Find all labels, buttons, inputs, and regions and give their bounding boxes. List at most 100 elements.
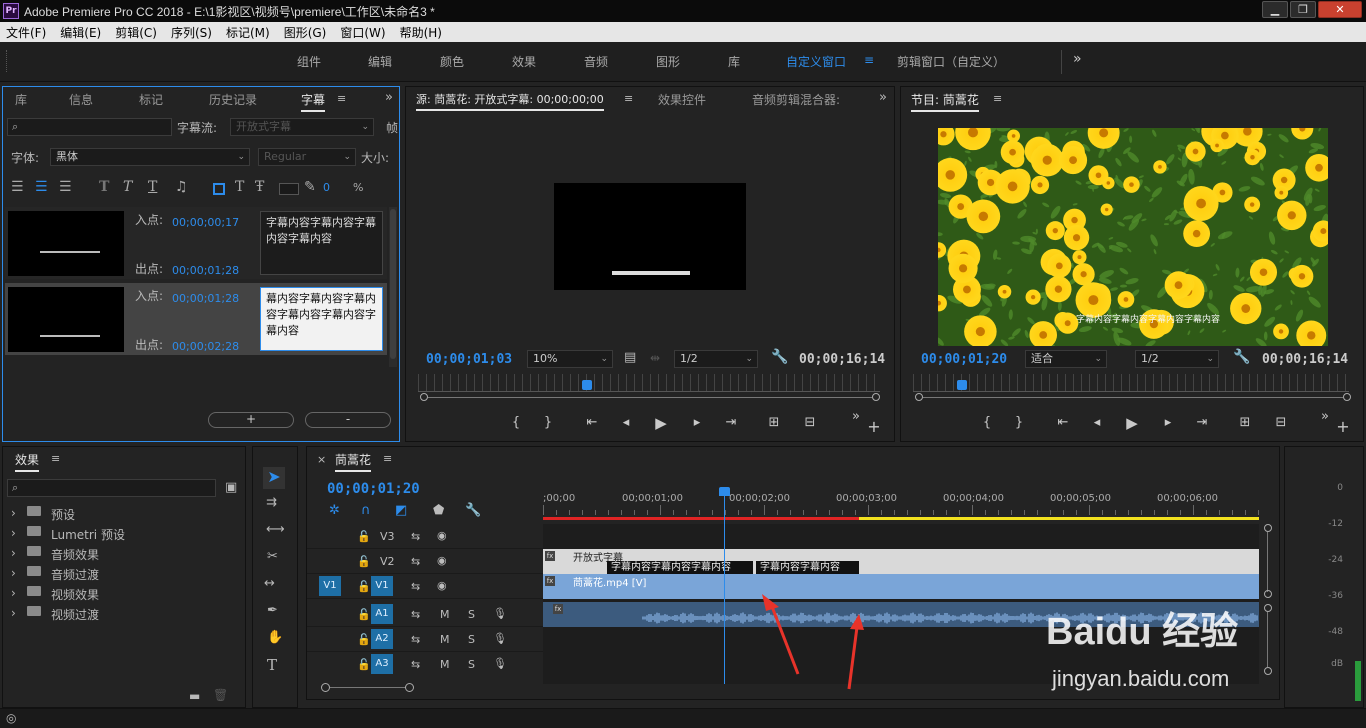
workspace-clip-custom[interactable]: 剪辑窗口（自定义）: [897, 53, 1005, 70]
mark-out-icon[interactable]: }: [1009, 415, 1029, 430]
chevron-right-icon[interactable]: ›: [11, 506, 16, 520]
add-marker-icon[interactable]: ⬟: [433, 503, 444, 518]
background-color-icon[interactable]: [213, 183, 225, 195]
music-note-icon[interactable]: ♫: [175, 179, 188, 195]
menu-window[interactable]: 窗口(W): [340, 24, 385, 41]
caption-text-field[interactable]: 字幕内容字幕内容字幕内容字幕内容: [260, 211, 383, 275]
italic-icon[interactable]: T: [123, 179, 132, 195]
align-left-icon[interactable]: ☰: [11, 179, 24, 195]
chevron-right-icon[interactable]: ›: [11, 566, 16, 580]
caption-entry-selected[interactable]: 入点: 00;00;01;28 出点: 00;00;02;28 幕内容字幕内容字…: [5, 283, 387, 355]
scrollbar[interactable]: [389, 207, 397, 367]
font-dropdown[interactable]: 黑体 ⌄: [50, 148, 250, 166]
sync-lock-icon[interactable]: ⇆: [411, 580, 420, 593]
font-style-dropdown[interactable]: Regular ⌄: [258, 148, 356, 166]
align-center-icon[interactable]: ☰: [35, 179, 48, 195]
microphone-icon[interactable]: 🎙: [493, 632, 507, 645]
track-select-tool-icon[interactable]: ⇉: [266, 495, 277, 510]
effects-folder[interactable]: › 音频过渡: [7, 564, 243, 584]
mute-button[interactable]: M: [440, 658, 450, 671]
source-resolution-dropdown[interactable]: 1/2 ⌄: [674, 350, 758, 368]
eye-icon[interactable]: ◉: [437, 579, 447, 592]
effects-folder[interactable]: › 音频效果: [7, 544, 243, 564]
eye-icon[interactable]: ◉: [437, 554, 447, 567]
text-color-icon[interactable]: T: [235, 179, 244, 195]
workspace-effects[interactable]: 效果: [512, 53, 536, 70]
tab-history[interactable]: 历史记录: [209, 91, 257, 108]
in-point-value[interactable]: 00;00;00;17: [172, 216, 239, 229]
menu-clip[interactable]: 剪辑(C): [115, 24, 157, 41]
panel-menu-icon[interactable]: ≡: [624, 92, 633, 105]
razor-tool-icon[interactable]: ✂: [267, 549, 278, 564]
color-swatch[interactable]: [279, 183, 299, 195]
caption-segment[interactable]: 字幕内容字幕内容字幕内容: [607, 561, 753, 574]
panel-menu-icon[interactable]: ≡: [383, 452, 392, 465]
video-clip[interactable]: fx 茼蒿花.mp4 [V]: [543, 574, 1259, 599]
zoom-handle-right[interactable]: [872, 393, 880, 401]
lock-icon[interactable]: 🔓: [357, 530, 371, 543]
mark-in-icon[interactable]: {: [977, 415, 997, 430]
panel-menu-icon[interactable]: ≡: [51, 452, 60, 465]
workspace-editing[interactable]: 编辑: [368, 53, 392, 70]
eyedropper-icon[interactable]: ✎: [304, 179, 316, 195]
hand-tool-icon[interactable]: ✋: [267, 630, 283, 645]
source-zoom-dropdown[interactable]: 10% ⌄: [527, 350, 613, 368]
go-to-in-icon[interactable]: ⇤: [582, 415, 602, 430]
new-bin-icon[interactable]: ▣: [225, 480, 237, 495]
wrench-icon[interactable]: 🔧: [771, 349, 788, 365]
maximize-button[interactable]: ❐: [1290, 1, 1316, 18]
track-label[interactable]: A1: [371, 604, 393, 624]
edge-color-icon[interactable]: Ŧ: [255, 179, 264, 195]
workspace-audio[interactable]: 音频: [584, 53, 608, 70]
tab-markers[interactable]: 标记: [139, 91, 163, 108]
close-button[interactable]: ✕: [1318, 1, 1362, 18]
menu-marker[interactable]: 标记(M): [226, 24, 270, 41]
wrench-icon[interactable]: 🔧: [1233, 349, 1250, 365]
new-folder-icon[interactable]: ▬: [189, 689, 200, 703]
tab-sequence[interactable]: 茼蒿花: [335, 451, 372, 472]
tab-effect-controls[interactable]: 效果控件: [658, 91, 706, 108]
settings-film-icon[interactable]: ▤: [624, 350, 636, 365]
chevron-right-icon[interactable]: ›: [11, 586, 16, 600]
sync-lock-icon[interactable]: ⇆: [411, 633, 420, 646]
caption-search-input[interactable]: ⌕: [7, 118, 172, 136]
caption-stream-dropdown[interactable]: 开放式字幕 ⌄: [230, 118, 374, 136]
timeline-timecode[interactable]: 00;00;01;20: [327, 481, 420, 497]
tab-program[interactable]: 节目: 茼蒿花: [911, 91, 979, 112]
solo-button[interactable]: S: [468, 658, 475, 671]
mark-out-icon[interactable]: }: [538, 415, 558, 430]
sync-lock-icon[interactable]: ⇆: [411, 658, 420, 671]
menu-graphics[interactable]: 图形(G): [284, 24, 327, 41]
playhead[interactable]: [582, 380, 593, 390]
minimize-button[interactable]: ▁: [1262, 1, 1288, 18]
menu-edit[interactable]: 编辑(E): [60, 24, 101, 41]
panel-overflow-icon[interactable]: »: [879, 90, 887, 105]
menu-sequence[interactable]: 序列(S): [171, 24, 212, 41]
go-to-out-icon[interactable]: ⇥: [1192, 415, 1212, 430]
chevron-right-icon[interactable]: ›: [11, 546, 16, 560]
time-ruler[interactable]: ;00;00 00;00;01;00 00;00;02;00 00;00;03;00 0…: [543, 487, 1259, 517]
type-tool-icon[interactable]: T: [267, 656, 277, 674]
panel-menu-icon[interactable]: ≡: [337, 92, 346, 105]
selection-tool-icon[interactable]: ➤: [263, 467, 285, 489]
lift-icon[interactable]: ⊞: [1235, 415, 1255, 430]
workspace-menu-icon[interactable]: ≡: [864, 53, 874, 67]
extract-icon[interactable]: ⊟: [1271, 415, 1291, 430]
lock-icon[interactable]: 🔓: [357, 608, 371, 621]
slip-tool-icon[interactable]: ↔: [264, 576, 275, 591]
playhead[interactable]: [957, 380, 968, 390]
panel-menu-icon[interactable]: ≡: [993, 92, 1002, 105]
workspace-color[interactable]: 颜色: [440, 53, 464, 70]
more-controls-icon[interactable]: »: [1315, 409, 1335, 424]
caption-text-field-active[interactable]: 幕内容字幕内容字幕内容字幕内容字幕内容字幕内容: [260, 287, 383, 351]
track-label[interactable]: V1: [371, 576, 393, 596]
effects-folder[interactable]: › 预设: [7, 504, 243, 524]
pen-tool-icon[interactable]: ✒: [267, 603, 278, 618]
zoom-handle-left[interactable]: [915, 393, 923, 401]
nest-icon[interactable]: ✲: [329, 503, 340, 518]
track-label[interactable]: A2: [371, 629, 393, 649]
horizontal-scroll[interactable]: [321, 683, 414, 693]
mark-in-icon[interactable]: {: [506, 415, 526, 430]
program-scrubber[interactable]: [913, 374, 1349, 392]
step-forward-icon[interactable]: ▸: [1158, 415, 1178, 430]
